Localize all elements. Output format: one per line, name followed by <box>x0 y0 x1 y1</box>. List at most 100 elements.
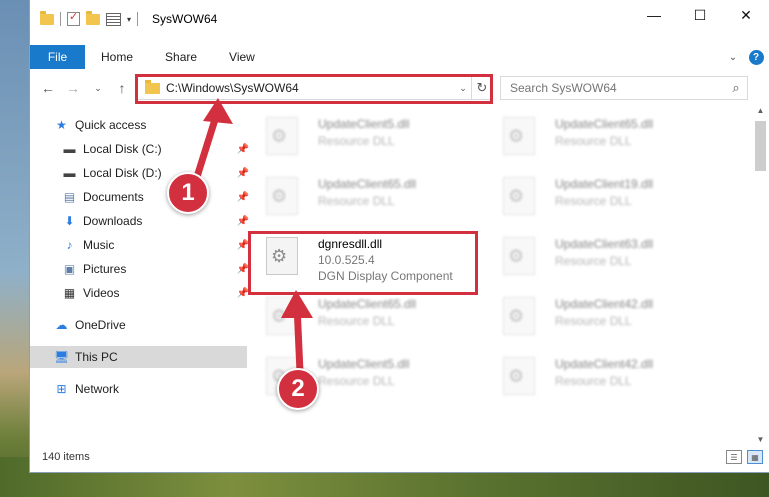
music-icon: ♪ <box>66 238 73 252</box>
network-icon: ⊞ <box>56 382 67 396</box>
file-name: UpdateClient5.dll <box>318 357 410 371</box>
view-toggle: ☰ ▦ <box>726 450 763 464</box>
file-name: UpdateClient65.dll <box>318 297 417 311</box>
dll-file-icon <box>266 297 298 335</box>
dll-file-icon <box>503 177 535 215</box>
up-arrow-icon[interactable]: ↑ <box>112 78 132 98</box>
status-bar: 140 items ☰ ▦ <box>30 442 769 472</box>
sidebar-item-label: Music <box>83 238 115 252</box>
file-name: UpdateClient42.dll <box>555 357 654 371</box>
dll-file-icon <box>266 177 298 215</box>
sidebar-item-label: Quick access <box>75 118 147 132</box>
sidebar-item-label: Local Disk (D:) <box>83 166 162 180</box>
sidebar-item-label: OneDrive <box>75 318 126 332</box>
sidebar-item-label: Pictures <box>83 262 127 276</box>
step-2-badge: 2 <box>277 368 319 410</box>
toolbar-divider <box>60 12 61 26</box>
folder-icon <box>40 10 54 25</box>
quick-access-toolbar: ▾ <box>30 10 139 26</box>
file-description: Resource DLL <box>555 194 632 208</box>
help-button[interactable]: ? <box>743 45 769 69</box>
sidebar-item-downloads[interactable]: ⬇ Downloads 📌 <box>30 210 255 232</box>
file-item[interactable]: UpdateClient65.dll Resource DLL <box>487 111 712 159</box>
sidebar-item-network[interactable]: ⊞ Network <box>30 378 247 400</box>
new-folder-icon[interactable] <box>86 10 100 25</box>
details-view-icon[interactable]: ☰ <box>726 450 742 464</box>
sidebar-item-videos[interactable]: ▦ Videos 📌 <box>30 282 255 304</box>
file-item[interactable]: UpdateClient63.dll Resource DLL <box>487 231 712 279</box>
sidebar-item-label: Documents <box>83 190 144 204</box>
star-icon: ★ <box>56 118 67 132</box>
tab-share[interactable]: Share <box>149 45 213 69</box>
sidebar-item-quick-access[interactable]: ★ Quick access <box>30 114 247 136</box>
expand-ribbon-chevron-icon[interactable]: ⌄ <box>723 45 743 69</box>
file-name: UpdateClient19.dll <box>555 177 654 191</box>
sidebar-item-onedrive[interactable]: ☁ OneDrive <box>30 314 247 336</box>
window-controls: — ☐ ✕ <box>631 0 769 30</box>
sidebar-item-label: Local Disk (C:) <box>83 142 162 156</box>
drive-icon: ▬ <box>63 166 76 180</box>
view-details-icon[interactable] <box>106 12 121 26</box>
title-bar: ▾ SysWOW64 — ☐ ✕ <box>30 0 769 38</box>
tab-file[interactable]: File <box>30 45 85 69</box>
file-name: UpdateClient65.dll <box>555 117 654 131</box>
close-button[interactable]: ✕ <box>723 0 769 30</box>
file-item[interactable]: UpdateClient42.dll Resource DLL <box>487 351 712 399</box>
file-description: Resource DLL <box>318 134 395 148</box>
sidebar-item-local-disk-c[interactable]: ▬ Local Disk (C:) 📌 <box>30 138 255 160</box>
sidebar-item-local-disk-d[interactable]: ▬ Local Disk (D:) 📌 <box>30 162 255 184</box>
customize-dropdown-icon[interactable]: ▾ <box>127 15 131 24</box>
dll-file-icon <box>503 297 535 335</box>
step-1-badge: 1 <box>167 172 209 214</box>
item-count: 140 items <box>42 451 90 463</box>
file-description: Resource DLL <box>555 314 632 328</box>
search-input[interactable] <box>501 80 725 96</box>
recent-locations-chevron-icon[interactable]: ⌄ <box>88 78 108 98</box>
file-item[interactable]: UpdateClient42.dll Resource DLL <box>487 291 712 339</box>
drive-icon: ▬ <box>63 142 76 156</box>
sidebar-item-label: Downloads <box>83 214 143 228</box>
file-description: Resource DLL <box>555 374 632 388</box>
documents-icon: ▤ <box>63 190 76 204</box>
sidebar-item-pictures[interactable]: ▣ Pictures 📌 <box>30 258 255 280</box>
file-name: UpdateClient42.dll <box>555 297 654 311</box>
file-description: Resource DLL <box>318 314 395 328</box>
file-item[interactable]: UpdateClient5.dll Resource DLL <box>250 111 475 159</box>
window-title: SysWOW64 <box>152 12 218 26</box>
file-description: Resource DLL <box>318 194 395 208</box>
file-description: Resource DLL <box>555 254 632 268</box>
file-highlight <box>248 231 478 295</box>
pictures-icon: ▣ <box>63 262 76 276</box>
file-name: UpdateClient65.dll <box>318 177 417 191</box>
vertical-scrollbar[interactable]: ▲ ▼ <box>752 102 769 448</box>
toolbar-divider <box>137 12 139 26</box>
tab-view[interactable]: View <box>213 45 271 69</box>
scroll-up-icon[interactable]: ▲ <box>752 102 769 119</box>
sidebar-item-music[interactable]: ♪ Music 📌 <box>30 234 255 256</box>
videos-icon: ▦ <box>63 286 76 300</box>
tab-home[interactable]: Home <box>85 45 149 69</box>
properties-check-icon[interactable] <box>67 10 80 26</box>
ribbon-tabs: File Home Share View ⌄ ? <box>30 45 769 69</box>
navigation-pane: ★ Quick access ▬ Local Disk (C:) 📌 ▬ Loc… <box>30 110 249 440</box>
dll-file-icon <box>503 117 535 155</box>
tiles-view-icon[interactable]: ▦ <box>747 450 763 464</box>
file-item[interactable]: UpdateClient65.dll Resource DLL <box>250 171 475 219</box>
address-bar-highlight <box>135 74 493 104</box>
dll-file-icon <box>503 357 535 395</box>
scrollbar-thumb[interactable] <box>755 121 766 171</box>
sidebar-item-documents[interactable]: ▤ Documents 📌 <box>30 186 255 208</box>
search-box[interactable]: ⌕ <box>500 76 748 100</box>
sidebar-item-this-pc[interactable]: 🖥 This PC <box>30 346 247 368</box>
search-icon[interactable]: ⌕ <box>725 80 747 96</box>
back-arrow-icon[interactable]: ← <box>38 78 58 98</box>
file-item[interactable]: UpdateClient65.dll Resource DLL <box>250 291 475 339</box>
file-item[interactable]: UpdateClient19.dll Resource DLL <box>487 171 712 219</box>
minimize-button[interactable]: — <box>631 0 677 30</box>
file-name: UpdateClient63.dll <box>555 237 654 251</box>
maximize-button[interactable]: ☐ <box>677 0 723 30</box>
sidebar-item-label: Videos <box>83 286 120 300</box>
file-name: UpdateClient5.dll <box>318 117 410 131</box>
forward-arrow-icon[interactable]: → <box>63 78 83 98</box>
dll-file-icon <box>503 237 535 275</box>
